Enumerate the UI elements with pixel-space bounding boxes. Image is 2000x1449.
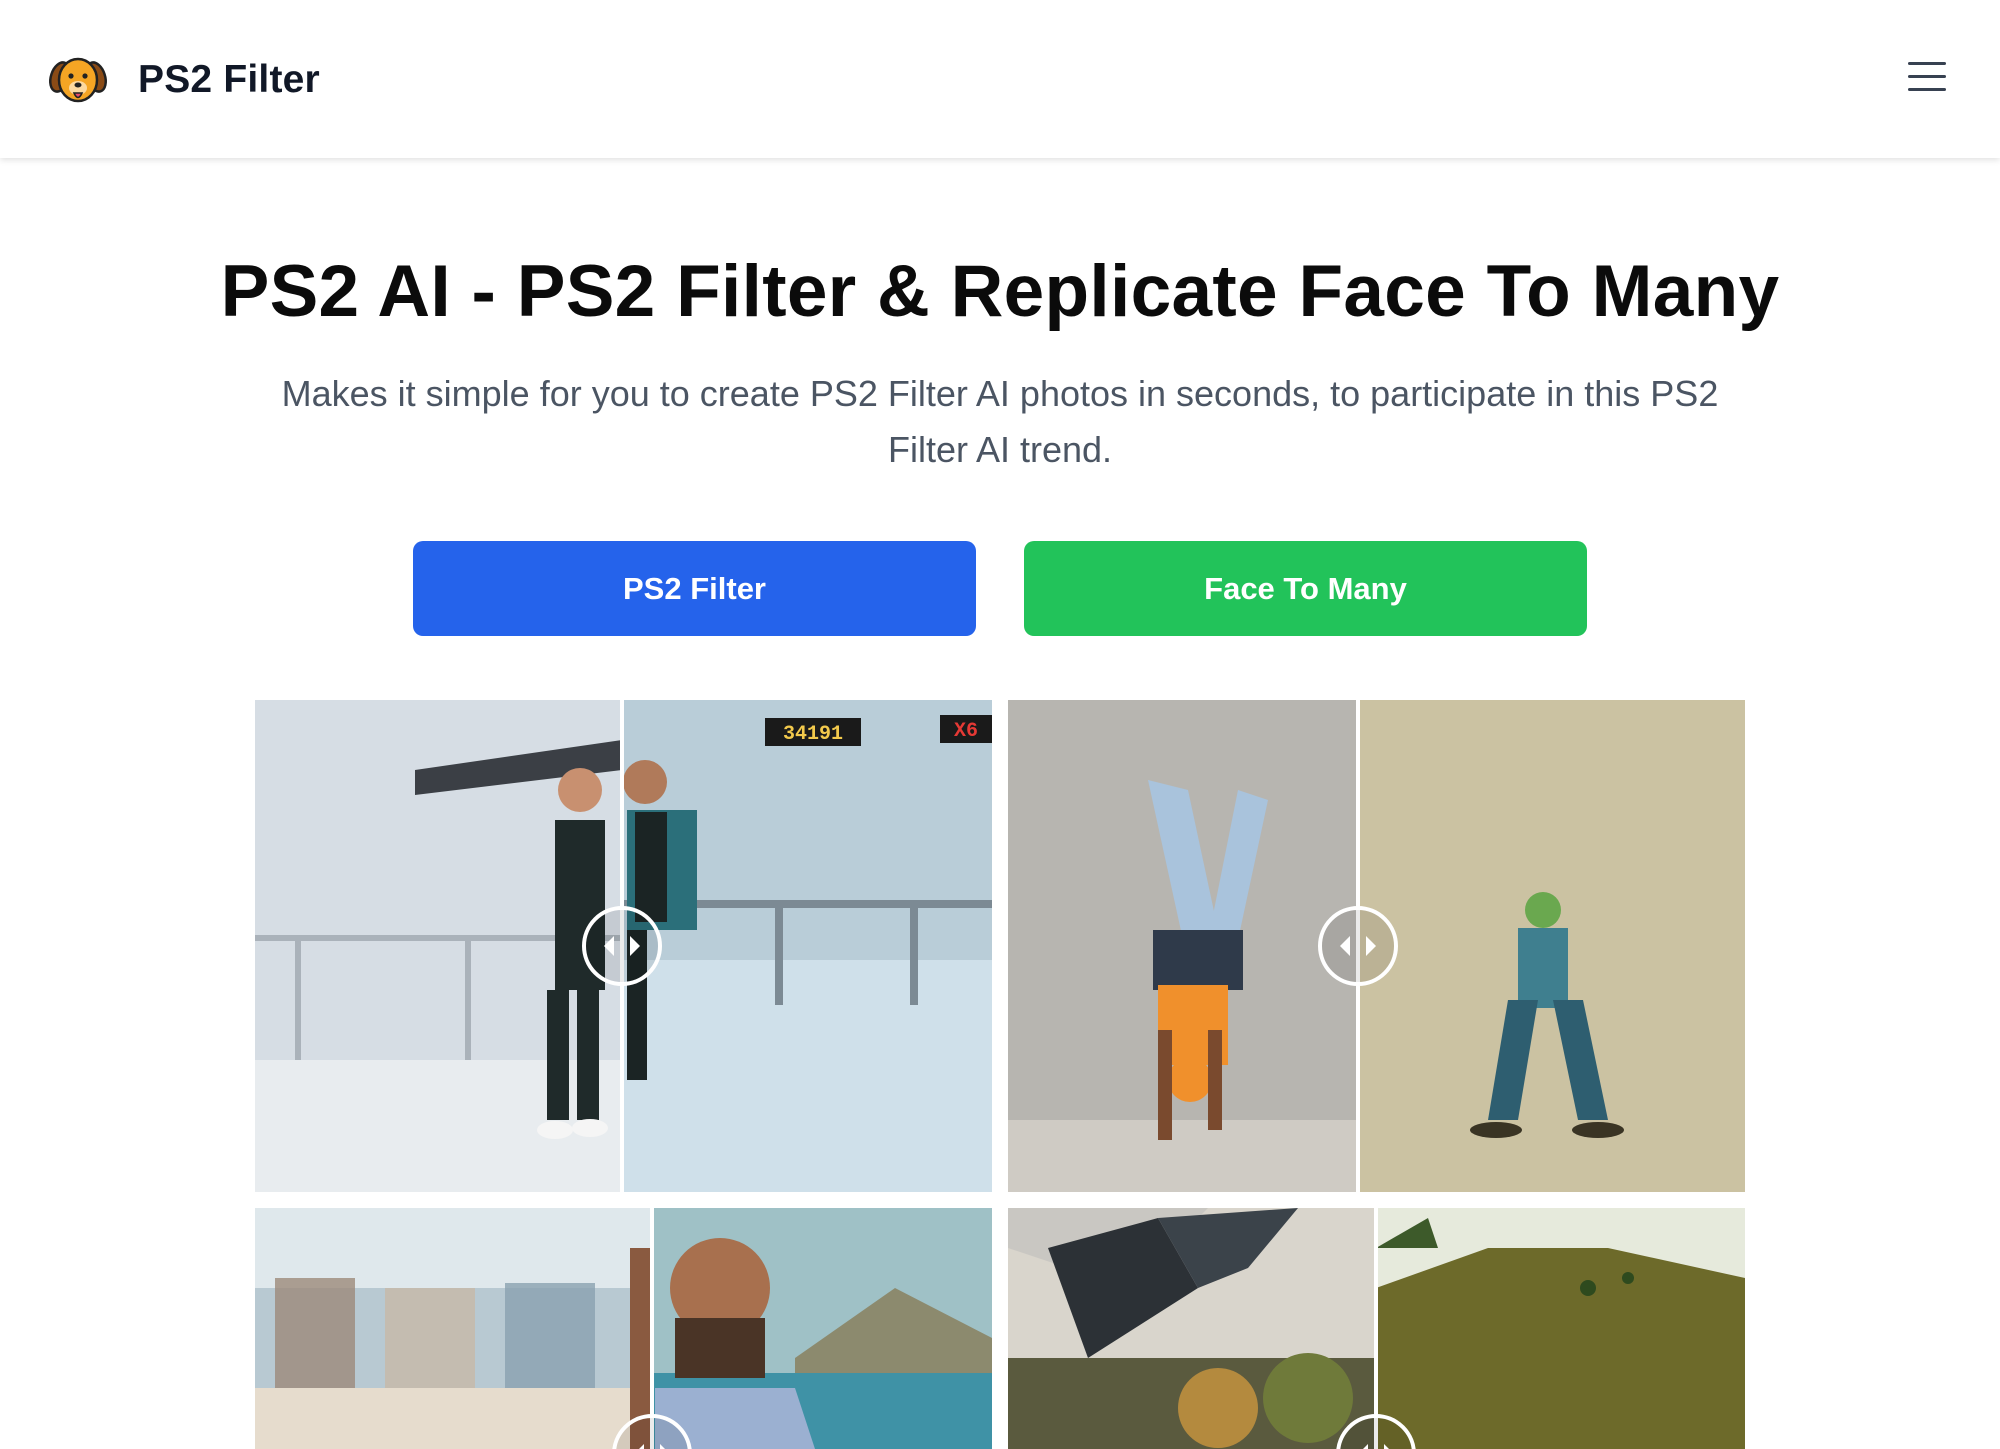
slider-divider[interactable] [650, 1208, 654, 1449]
brand-link[interactable]: PS2 Filter [48, 50, 320, 110]
page-title: PS2 AI - PS2 Filter & Replicate Face To … [220, 251, 1780, 332]
left-right-arrows-icon[interactable] [1318, 906, 1398, 986]
left-right-arrows-icon[interactable] [612, 1414, 692, 1449]
comparison-slider-woman-handstand[interactable] [1008, 700, 1745, 1192]
comparison-image [255, 1208, 992, 1449]
comparison-slider-man-railing[interactable]: 34191 X6 [255, 700, 992, 1192]
face-to-many-button[interactable]: Face To Many [1024, 541, 1587, 636]
slider-divider[interactable] [1374, 1208, 1378, 1449]
brand-name: PS2 Filter [138, 58, 320, 101]
dog-face-icon [49, 57, 107, 103]
comparison-slider-bearded-man[interactable] [255, 1208, 992, 1449]
hud-multiplier: X6 [954, 720, 978, 743]
left-right-arrows-icon[interactable] [582, 906, 662, 986]
site-header: PS2 Filter [0, 0, 2000, 158]
left-right-arrows-icon[interactable] [1336, 1414, 1416, 1449]
comparison-slider-car-hill[interactable] [1008, 1208, 1745, 1449]
hud-score: 34191 [783, 723, 843, 746]
hamburger-menu-icon[interactable] [1906, 62, 1948, 94]
page-subtitle: Makes it simple for you to create PS2 Fi… [281, 373, 1719, 470]
ps2-filter-button[interactable]: PS2 Filter [413, 541, 976, 636]
